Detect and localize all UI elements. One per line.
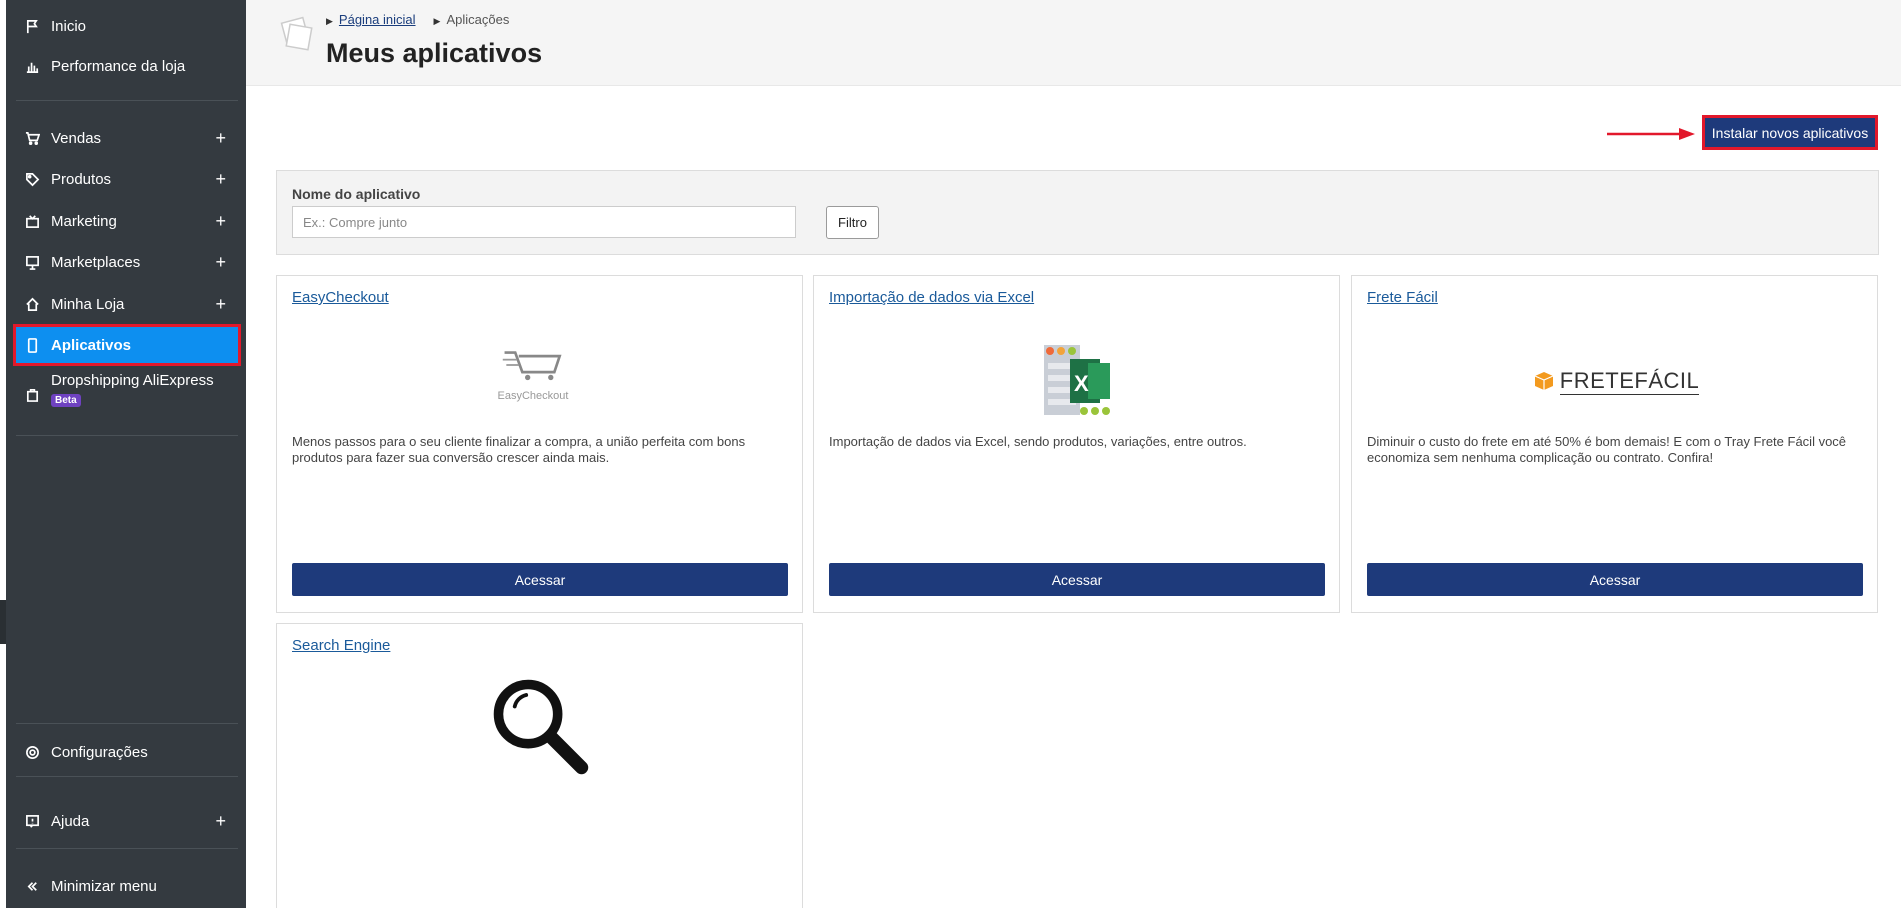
sidebar-item-vendas[interactable]: Vendas + [6, 120, 246, 156]
app-title-link[interactable]: Search Engine [292, 637, 390, 654]
filter-label: Nome do aplicativo [292, 186, 421, 202]
sidebar-item-ajuda[interactable]: Ajuda + [6, 803, 246, 839]
expand-icon[interactable]: + [215, 812, 226, 830]
arrow-right-icon [1607, 128, 1695, 140]
svg-text:X: X [1074, 371, 1089, 396]
sidebar-item-label: Minha Loja [51, 295, 125, 313]
app-description: Menos passos para o seu cliente finaliza… [292, 434, 746, 465]
breadcrumb-home-link[interactable]: Página inicial [339, 12, 416, 27]
page-title: Meus aplicativos [326, 38, 543, 68]
sidebar-item-minha-loja[interactable]: Minha Loja + [6, 286, 246, 322]
sidebar-item-label: Produtos [51, 170, 112, 188]
sidebar-item-label: Dropshipping AliExpress [51, 372, 214, 389]
access-button[interactable]: Acessar [1367, 563, 1863, 596]
beta-badge: Beta [51, 394, 81, 407]
gear-icon [23, 743, 41, 761]
sidebar-item-label: Aplicativos [51, 336, 132, 354]
tag-icon [23, 170, 41, 188]
sidebar-item-performance[interactable]: Performance da loja [6, 48, 246, 84]
sidebar-item-label: Marketing [51, 212, 117, 230]
app-logo [277, 674, 804, 779]
app-card: Search Engine [276, 623, 803, 908]
app-logo: EasyCheckout [277, 346, 804, 406]
bag-icon [23, 385, 41, 403]
sidebar-divider [16, 435, 238, 436]
sidebar-divider [16, 723, 238, 724]
app-logo-text: EasyCheckout [497, 390, 569, 402]
bar-chart-icon [23, 57, 41, 75]
expand-icon[interactable]: + [215, 170, 226, 188]
filter-button[interactable]: Filtro [826, 206, 879, 239]
expand-icon[interactable]: + [215, 253, 226, 271]
app-logo-text: FRETEFÁCIL [1559, 367, 1700, 395]
expand-icon[interactable]: + [215, 212, 226, 230]
caret-right-icon: ▶ [326, 16, 333, 26]
breadcrumb-current: Aplicações [446, 12, 510, 27]
app-card: Frete Fácil FRETEFÁCIL Diminuir o custo … [1351, 275, 1878, 613]
app-title-link[interactable]: Frete Fácil [1367, 289, 1438, 306]
minimize-menu-button[interactable]: Minimizar menu [6, 868, 246, 904]
sidebar-item-label: Ajuda [51, 812, 90, 830]
sidebar-item-produtos[interactable]: Produtos + [6, 161, 246, 197]
sidebar-item-label: Marketplaces [51, 253, 141, 271]
app-card: EasyCheckout EasyCheckout Menos passos p… [276, 275, 803, 613]
caret-right-icon: ▶ [433, 16, 441, 26]
tv-icon [23, 212, 41, 230]
sidebar-item-dropshipping[interactable]: Dropshipping AliExpress [6, 367, 246, 402]
magnifier-icon [493, 679, 589, 775]
sidebar-item-inicio[interactable]: Inicio [6, 8, 246, 44]
sidebar-divider [16, 848, 238, 849]
app-description: Diminuir o custo do frete em até 50% é b… [1367, 434, 1847, 465]
sidebar-item-aplicativos[interactable]: Aplicativos [13, 324, 241, 366]
sidebar-divider [16, 100, 238, 101]
app-logo: FRETEFÁCIL [1352, 361, 1879, 401]
phone-icon [23, 336, 41, 354]
help-icon [23, 812, 41, 830]
sidebar: Inicio Performance da loja Vendas + Prod… [6, 0, 246, 908]
box-icon [1534, 372, 1554, 390]
access-button[interactable]: Acessar [292, 563, 788, 596]
sidebar-item-label: Performance da loja [51, 57, 186, 75]
sidebar-item-label: Configurações [51, 743, 148, 761]
app-logo: X [814, 341, 1341, 421]
sidebar-item-configuracoes[interactable]: Configurações [6, 734, 246, 770]
app-name-search-input[interactable] [292, 206, 796, 238]
monitor-icon [23, 253, 41, 271]
sidebar-item-marketplaces[interactable]: Marketplaces + [6, 244, 246, 280]
app-description: Importação de dados via Excel, sendo pro… [829, 434, 1247, 449]
home-icon [23, 295, 41, 313]
excel-import-icon: X [1043, 345, 1110, 415]
expand-icon[interactable]: + [215, 295, 226, 313]
cart-logo-icon [502, 351, 562, 381]
filter-panel: Nome do aplicativo Filtro [276, 170, 1879, 255]
breadcrumb: ▶ Página inicial ▶ Aplicações [326, 12, 509, 27]
sidebar-item-label: Inicio [51, 17, 87, 35]
page-header: ▶ Página inicial ▶ Aplicações Meus aplicat… [246, 0, 1901, 86]
install-apps-button[interactable]: Instalar novos aplicativos [1702, 115, 1878, 150]
sidebar-item-label: Vendas [51, 129, 102, 147]
double-chevron-left-icon [23, 877, 41, 895]
sidebar-item-label: Minimizar menu [51, 877, 157, 895]
expand-icon[interactable]: + [215, 129, 226, 147]
app-title-link[interactable]: EasyCheckout [292, 289, 389, 306]
sidebar-divider [16, 776, 238, 777]
access-button[interactable]: Acessar [829, 563, 1325, 596]
apps-logo-icon [280, 16, 313, 51]
flag-icon [23, 17, 41, 35]
cart-icon [23, 129, 41, 147]
sidebar-item-marketing[interactable]: Marketing + [6, 203, 246, 239]
app-card: Importação de dados via Excel X Importaç… [813, 275, 1340, 613]
app-title-link[interactable]: Importação de dados via Excel [829, 289, 1034, 306]
